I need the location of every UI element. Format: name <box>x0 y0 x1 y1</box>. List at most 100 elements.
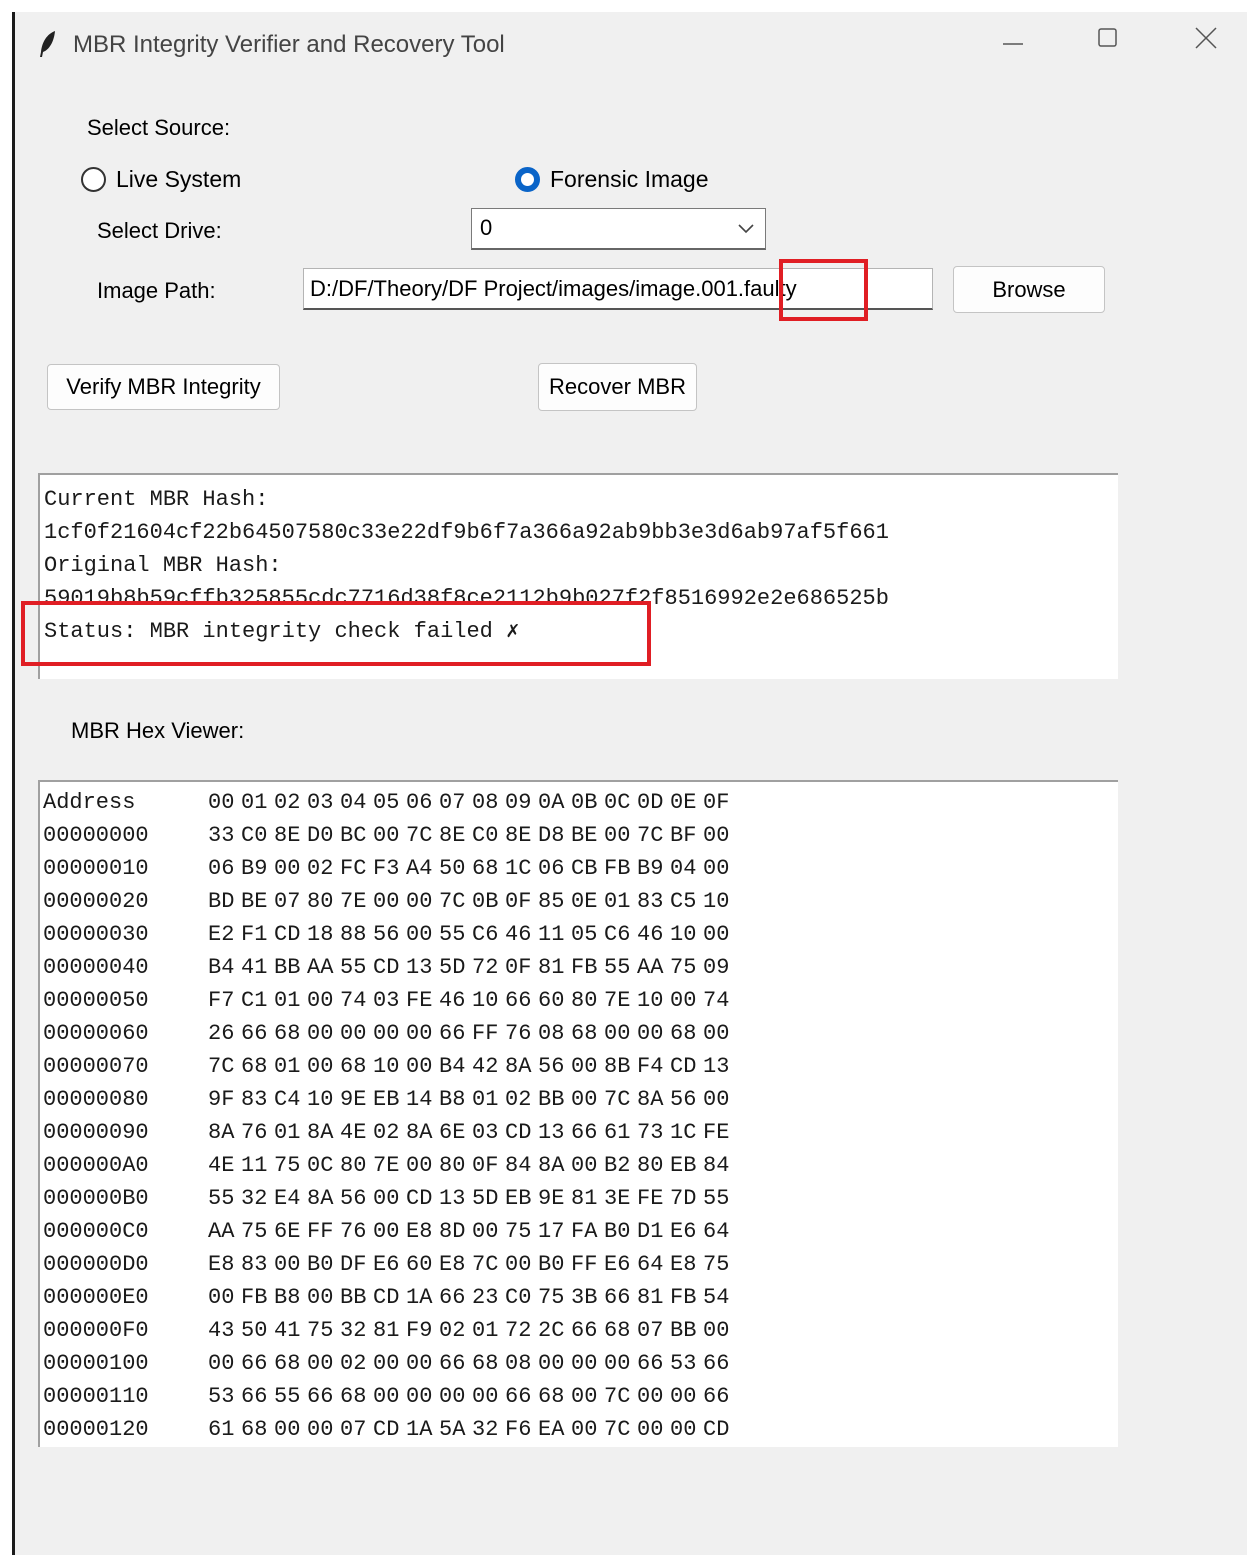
hex-header-column: 0C <box>604 790 631 815</box>
hex-byte: E8 <box>208 1252 235 1277</box>
hex-byte: 00 <box>373 823 400 848</box>
hex-byte: 10 <box>703 889 730 914</box>
hex-byte: 00 <box>274 1252 301 1277</box>
hex-byte: 18 <box>307 922 334 947</box>
hex-byte: 7E <box>604 988 631 1013</box>
radio-live-system[interactable]: Live System <box>81 166 241 193</box>
hex-byte: 01 <box>472 1318 499 1343</box>
hex-byte: 00 <box>373 1219 400 1244</box>
image-path-input[interactable]: D:/DF/Theory/DF Project/images/image.001… <box>303 268 933 310</box>
hex-byte: 64 <box>703 1219 730 1244</box>
hex-byte: 66 <box>571 1120 598 1145</box>
current-hash-value: 1cf0f21604cf22b64507580c33e22df9b6f7a366… <box>44 520 889 545</box>
hex-byte: EB <box>670 1153 697 1178</box>
close-button[interactable] <box>1183 26 1229 62</box>
hex-byte: 03 <box>472 1120 499 1145</box>
hex-header-column: 06 <box>406 790 433 815</box>
hex-byte: 75 <box>703 1252 730 1277</box>
hex-byte: 80 <box>340 1153 367 1178</box>
maximize-button[interactable] <box>1085 26 1131 62</box>
hex-viewer-textbox[interactable]: Address 00 01 02 03 04 05 06 07 08 09 0A 0B 0C 0D 0E 0F… <box>38 780 1118 1447</box>
hex-byte: E8 <box>670 1252 697 1277</box>
hex-byte: BB <box>538 1087 565 1112</box>
hex-byte: 83 <box>637 889 664 914</box>
hex-byte: 23 <box>472 1285 499 1310</box>
radio-selected-icon[interactable] <box>515 167 540 192</box>
hex-byte: 66 <box>604 1285 631 1310</box>
verify-mbr-button[interactable]: Verify MBR Integrity <box>47 364 280 410</box>
select-source-label: Select Source: <box>87 115 231 140</box>
hex-byte: 60 <box>406 1252 433 1277</box>
hex-row-address: 00000100 <box>43 1351 149 1376</box>
radio-circle-icon[interactable] <box>81 167 106 192</box>
hex-byte: 8E <box>439 823 466 848</box>
hex-row: 00000000 33 C0 8E D0 BC 00 7C 8E C0 8E D8 BE 00 7C BF 00 <box>43 819 1115 852</box>
hex-byte: 2C <box>538 1318 565 1343</box>
hex-byte: C6 <box>472 922 499 947</box>
hex-byte: FF <box>307 1219 334 1244</box>
hex-viewer-label: MBR Hex Viewer: <box>71 718 245 743</box>
hex-byte: 55 <box>703 1186 730 1211</box>
hex-byte: EB <box>373 1087 400 1112</box>
hex-byte: 7E <box>340 889 367 914</box>
hex-byte: 56 <box>670 1087 697 1112</box>
hex-header-column: 08 <box>472 790 499 815</box>
minimize-button[interactable] <box>990 26 1036 62</box>
hex-byte: BB <box>340 1285 367 1310</box>
hash-output-textbox[interactable]: Current MBR Hash: 1cf0f21604cf22b6450758… <box>38 473 1118 679</box>
hex-byte: F9 <box>406 1318 433 1343</box>
hex-header-column: 01 <box>241 790 268 815</box>
hex-byte: 14 <box>406 1087 433 1112</box>
app-window: MBR Integrity Verifier and Recovery Tool… <box>12 12 1247 1555</box>
hex-byte: 00 <box>406 1351 433 1376</box>
hex-byte: 74 <box>703 988 730 1013</box>
hex-byte: 80 <box>571 988 598 1013</box>
hex-byte: F6 <box>505 1417 532 1442</box>
hex-byte: CD <box>373 1417 400 1442</box>
hex-byte: 10 <box>670 922 697 947</box>
hex-byte: 00 <box>703 1318 730 1343</box>
hex-byte: 50 <box>439 856 466 881</box>
hex-byte: 00 <box>571 1054 598 1079</box>
drive-select[interactable]: 0 <box>471 208 766 250</box>
hex-byte: B0 <box>538 1252 565 1277</box>
hex-byte: B8 <box>274 1285 301 1310</box>
hex-header-row: Address 00 01 02 03 04 05 06 07 08 09 0A 0B 0C 0D 0E 0F <box>43 786 1115 819</box>
hex-row: 00000070 7C 68 01 00 68 10 00 B4 42 8A 56 00 8B F4 CD 13 <box>43 1050 1115 1083</box>
hex-byte: 66 <box>505 988 532 1013</box>
hex-row: 000000C0 AA 75 6E FF 76 00 E8 8D 00 75 17 FA B0 D1 E6 64 <box>43 1215 1115 1248</box>
hex-row: 00000100 00 66 68 00 02 00 00 66 68 08 00 00 00 66 53 66 <box>43 1347 1115 1380</box>
hex-byte: 53 <box>670 1351 697 1376</box>
hex-byte: 00 <box>406 889 433 914</box>
hex-byte: 8B <box>604 1054 631 1079</box>
hex-row-address: 00000060 <box>43 1021 149 1046</box>
hex-byte: F4 <box>637 1054 664 1079</box>
hex-byte: 66 <box>637 1351 664 1376</box>
hex-byte: CD <box>373 1285 400 1310</box>
select-drive-label: Select Drive: <box>97 218 222 243</box>
hex-byte: 00 <box>208 1285 235 1310</box>
hex-byte: 68 <box>274 1351 301 1376</box>
hex-byte: 66 <box>439 1021 466 1046</box>
hex-byte: 00 <box>703 922 730 947</box>
hex-byte: 00 <box>670 1384 697 1409</box>
hex-byte: 00 <box>274 1417 301 1442</box>
hex-header-column: 02 <box>274 790 301 815</box>
hex-byte: CB <box>571 856 598 881</box>
hex-byte: 03 <box>373 988 400 1013</box>
hex-byte: 08 <box>538 1021 565 1046</box>
hex-byte: 00 <box>472 1384 499 1409</box>
hex-row-address: 00000010 <box>43 856 149 881</box>
hex-row: 000000F0 43 50 41 75 32 81 F9 02 01 72 2C 66 68 07 BB 00 <box>43 1314 1115 1347</box>
hex-byte: 66 <box>307 1384 334 1409</box>
hex-byte: CD <box>703 1417 730 1442</box>
hex-byte: 80 <box>637 1153 664 1178</box>
hex-byte: 00 <box>571 1087 598 1112</box>
hex-row-address: 00000080 <box>43 1087 149 1112</box>
radio-forensic-image[interactable]: Forensic Image <box>515 166 709 193</box>
title-bar[interactable]: MBR Integrity Verifier and Recovery Tool <box>15 12 1247 76</box>
browse-button[interactable]: Browse <box>953 266 1105 313</box>
hex-byte: 02 <box>373 1120 400 1145</box>
hex-byte: 66 <box>505 1384 532 1409</box>
recover-mbr-button[interactable]: Recover MBR <box>538 363 697 411</box>
